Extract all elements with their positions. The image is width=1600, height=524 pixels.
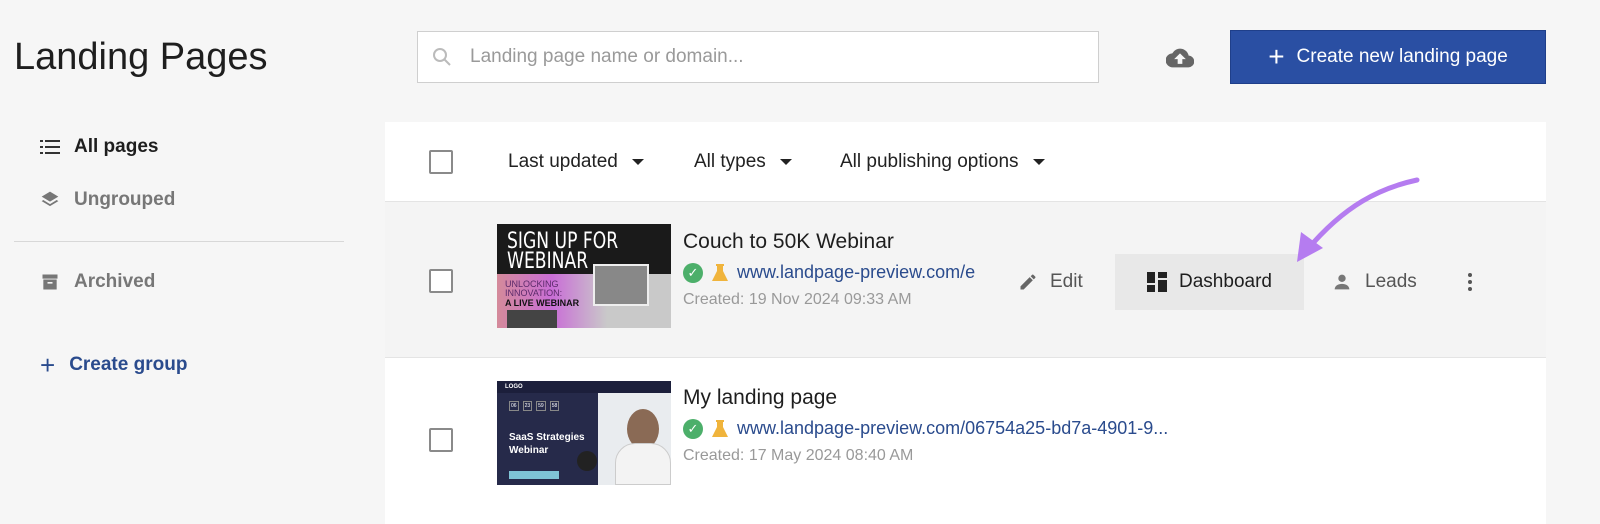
dashboard-icon: [1147, 272, 1168, 292]
sidebar-item-ungrouped[interactable]: Ungrouped: [40, 189, 175, 211]
flask-icon: [712, 419, 728, 437]
page-title: Landing Pages: [14, 36, 268, 78]
sort-dropdown[interactable]: Last updated: [508, 151, 644, 173]
cloud-upload-icon[interactable]: [1166, 44, 1194, 72]
more-vertical-icon: [1468, 273, 1472, 291]
row-checkbox[interactable]: [429, 269, 453, 293]
plus-icon: +: [1268, 41, 1285, 72]
row-checkbox[interactable]: [429, 428, 453, 452]
plus-icon: +: [40, 350, 56, 380]
page-thumbnail[interactable]: LOGO 06 23 59 58 SaaS Strategies Webinar: [497, 381, 671, 485]
created-date: Created: 19 Nov 2024 09:33 AM: [683, 291, 912, 308]
types-dropdown[interactable]: All types: [694, 151, 792, 173]
more-options-button[interactable]: [1467, 254, 1473, 310]
page-thumbnail[interactable]: SIGN UP FOR WEBINAR UNLOCKING INNOVATION:…: [497, 224, 671, 328]
annotation-arrow: [1297, 177, 1420, 262]
created-date: Created: 17 May 2024 08:40 AM: [683, 447, 914, 464]
select-all-checkbox[interactable]: [429, 150, 453, 174]
published-check-icon: ✓: [683, 262, 703, 283]
page-name[interactable]: My landing page: [683, 386, 837, 410]
layers-icon: [41, 191, 59, 207]
create-landing-page-button[interactable]: + Create new landing page: [1230, 30, 1546, 84]
search-input[interactable]: [470, 46, 1050, 68]
dashboard-button[interactable]: Dashboard: [1115, 254, 1304, 310]
archive-icon: [42, 274, 58, 290]
page-name[interactable]: Couch to 50K Webinar: [683, 230, 894, 254]
sidebar-divider: [14, 241, 344, 242]
create-group-button[interactable]: + Create group: [40, 352, 187, 378]
search-icon: [433, 48, 451, 66]
table-row[interactable]: LOGO 06 23 59 58 SaaS Strategies Webinar My …: [385, 358, 1546, 524]
sidebar-item-all-pages[interactable]: All pages: [40, 136, 158, 158]
edit-button[interactable]: Edit: [1018, 254, 1083, 310]
caret-down-icon: [1032, 158, 1045, 165]
caret-down-icon: [779, 158, 792, 165]
pencil-icon: [1020, 274, 1036, 290]
caret-down-icon: [631, 158, 644, 165]
list-icon: [40, 140, 60, 154]
flask-icon: [712, 263, 728, 281]
published-check-icon: ✓: [683, 418, 703, 439]
person-icon: [1334, 274, 1350, 290]
search-field[interactable]: [417, 31, 1099, 83]
page-url[interactable]: www.landpage-preview.com/06754a25-bd7a-4…: [737, 418, 1168, 439]
sidebar-item-archived[interactable]: Archived: [40, 271, 155, 293]
page-url[interactable]: www.landpage-preview.com/e: [737, 262, 1003, 283]
publishing-dropdown[interactable]: All publishing options: [840, 151, 1045, 173]
